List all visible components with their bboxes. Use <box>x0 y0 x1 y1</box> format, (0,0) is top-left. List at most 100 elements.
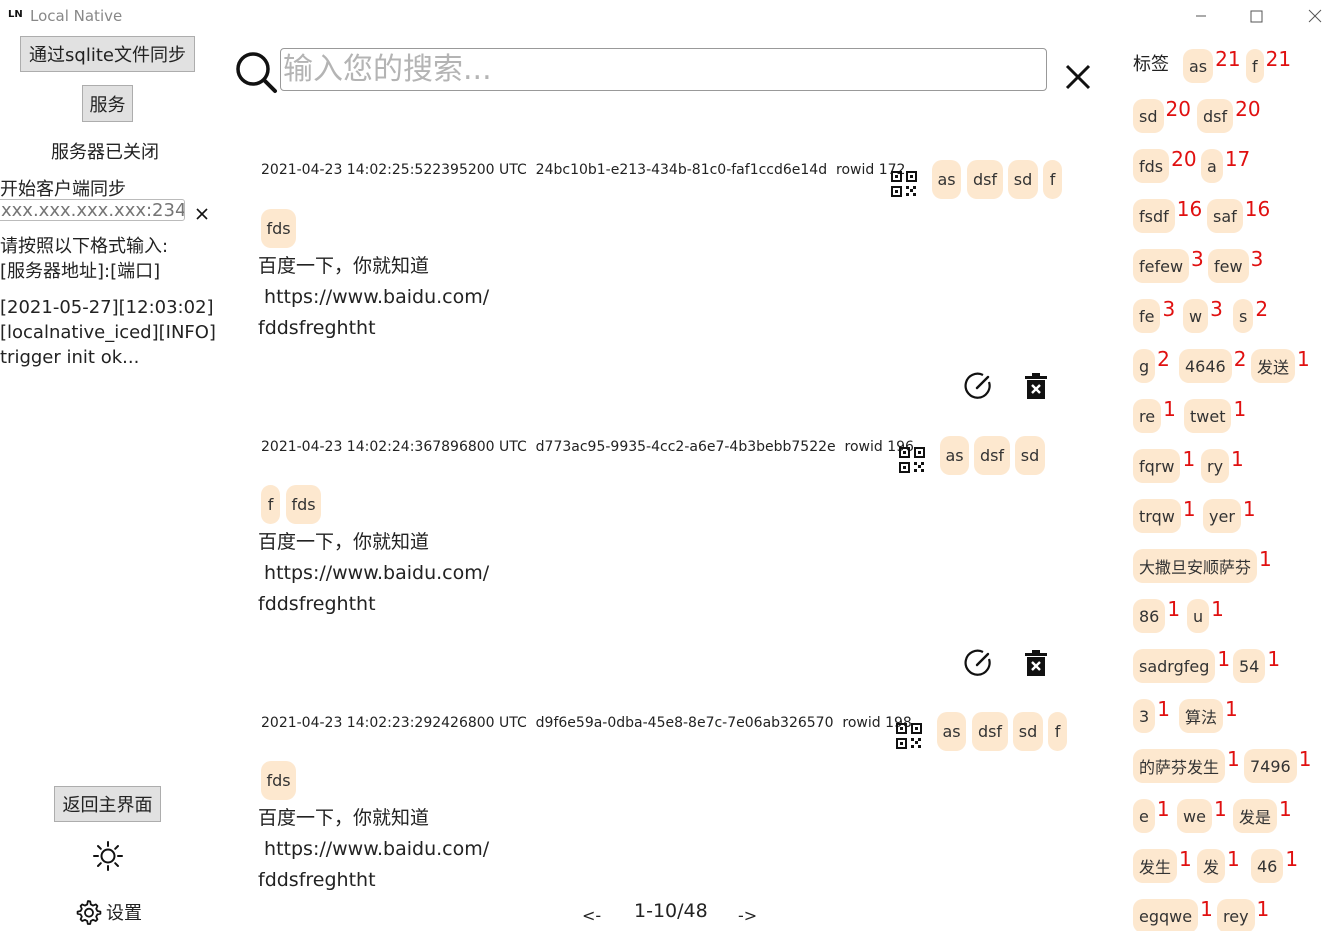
back-to-main-button[interactable]: 返回主界面 <box>54 786 161 822</box>
tag-count: 3 <box>1162 297 1176 321</box>
tag-count: 1 <box>1231 447 1244 471</box>
edit-icon[interactable] <box>964 371 994 401</box>
note-tag[interactable]: fds <box>261 209 296 248</box>
tag-count: 1 <box>1285 847 1299 871</box>
tag-item[interactable]: sd 20 <box>1133 97 1191 133</box>
tag-item[interactable]: 54 1 <box>1233 647 1280 683</box>
sidebar: 通过sqlite文件同步 服务 服务器已关闭 开始客户端同步 请按照以下格式输入… <box>0 32 220 931</box>
sun-icon[interactable] <box>92 840 124 872</box>
tag-item[interactable]: ry 1 <box>1201 447 1244 483</box>
qr-code-icon[interactable] <box>896 723 922 749</box>
tag-item[interactable]: fefew 3 <box>1133 247 1204 283</box>
next-page-button[interactable]: -> <box>738 906 757 925</box>
tag-count: 1 <box>1213 797 1227 821</box>
note-tag[interactable]: f <box>1043 160 1062 199</box>
tag-item[interactable]: fqrw 1 <box>1133 447 1195 483</box>
tag-count: 21 <box>1215 47 1241 71</box>
address-clear-icon[interactable] <box>194 206 210 222</box>
tag-item[interactable]: 大撒旦安顺萨芬 1 <box>1133 547 1272 583</box>
window-close-button[interactable] <box>1292 0 1338 32</box>
tag-item[interactable]: f 21 <box>1246 47 1291 83</box>
minimize-icon <box>1196 15 1206 17</box>
maximize-button[interactable] <box>1233 0 1279 32</box>
note-tag[interactable]: sd <box>1015 436 1045 475</box>
qr-code-icon[interactable] <box>891 171 917 197</box>
note-meta: 2021-04-23 14:02:25:522395200 UTC 24bc10… <box>261 162 906 178</box>
maximize-icon <box>1250 10 1262 22</box>
settings-button[interactable]: 设置 <box>74 898 142 926</box>
tag-name: 发是 <box>1233 799 1278 833</box>
tag-item[interactable]: 7496 1 <box>1244 747 1311 783</box>
tag-item[interactable]: 发1 <box>1197 847 1240 883</box>
server-address-input[interactable] <box>0 199 185 221</box>
tag-item[interactable]: 的萨芬发生 1 <box>1133 747 1240 783</box>
tag-item[interactable]: saf 16 <box>1207 197 1270 233</box>
tag-item[interactable]: 86 1 <box>1133 597 1180 633</box>
note-tag[interactable]: fds <box>261 761 296 800</box>
tag-count: 1 <box>1211 597 1224 621</box>
tag-item[interactable]: re 1 <box>1133 397 1176 433</box>
tag-item[interactable]: trqw 1 <box>1133 497 1196 533</box>
tag-name: fsdf <box>1133 199 1175 233</box>
delete-icon[interactable] <box>1021 371 1051 401</box>
note-tag[interactable]: f <box>1048 712 1067 751</box>
tag-item[interactable]: a 17 <box>1201 147 1250 183</box>
note-tag[interactable]: sd <box>1013 712 1043 751</box>
tag-item[interactable]: yer 1 <box>1203 497 1256 533</box>
tag-count: 2 <box>1233 347 1247 371</box>
tag-item[interactable]: fe 3 <box>1133 297 1175 333</box>
tag-item[interactable]: e1 <box>1133 797 1170 833</box>
search-clear-icon[interactable] <box>1064 63 1092 91</box>
note-tag[interactable]: dsf <box>972 712 1008 751</box>
tag-item[interactable]: 4646 2 <box>1179 347 1246 383</box>
prev-page-button[interactable]: <- <box>582 906 601 925</box>
note-item: 2021-04-23 14:02:24:367896800 UTC d773ac… <box>258 427 1118 687</box>
tag-name: few <box>1208 249 1249 283</box>
note-tag[interactable]: as <box>940 436 969 475</box>
tag-item[interactable]: sadrgfeg 1 <box>1133 647 1230 683</box>
tag-item[interactable]: w3 <box>1183 297 1223 333</box>
tag-name: we <box>1177 799 1212 833</box>
qr-code-icon[interactable] <box>899 447 925 473</box>
note-tag[interactable]: dsf <box>967 160 1003 199</box>
note-tag[interactable]: fds <box>286 485 321 524</box>
tag-item[interactable]: we 1 <box>1177 797 1227 833</box>
tag-item[interactable]: rey 1 <box>1217 897 1269 931</box>
tag-count: 21 <box>1265 47 1292 71</box>
tag-item[interactable]: dsf 20 <box>1197 97 1261 133</box>
delete-icon[interactable] <box>1021 648 1051 678</box>
tag-name: u <box>1187 599 1210 633</box>
note-tag[interactable]: dsf <box>974 436 1010 475</box>
tag-item[interactable]: fsdf 16 <box>1133 197 1202 233</box>
tag-item[interactable]: u1 <box>1187 597 1224 633</box>
tag-item[interactable]: fds 20 <box>1133 147 1197 183</box>
tag-name: 算法 <box>1179 699 1224 733</box>
tag-item[interactable]: 31 <box>1133 697 1170 733</box>
tag-item[interactable]: 算法 1 <box>1179 697 1238 733</box>
service-button[interactable]: 服务 <box>82 85 133 122</box>
close-icon <box>1308 9 1322 23</box>
tag-item[interactable]: 发送 1 <box>1251 347 1310 383</box>
tag-item[interactable]: 发生 1 <box>1133 847 1192 883</box>
tag-item[interactable]: twet 1 <box>1184 397 1246 433</box>
edit-icon[interactable] <box>964 648 994 678</box>
tag-item[interactable]: as 21 <box>1183 47 1241 83</box>
tag-item[interactable]: 发是 1 <box>1233 797 1292 833</box>
tag-item[interactable]: s2 <box>1233 297 1268 333</box>
note-tag[interactable]: sd <box>1008 160 1038 199</box>
sync-sqlite-button[interactable]: 通过sqlite文件同步 <box>20 36 195 72</box>
tag-name: 54 <box>1233 649 1266 683</box>
note-tag[interactable]: as <box>932 160 961 199</box>
tag-name: 3 <box>1133 699 1156 733</box>
tag-name: yer <box>1203 499 1241 533</box>
tag-item[interactable]: 46 1 <box>1251 847 1298 883</box>
search-input[interactable] <box>280 48 1047 91</box>
tag-count: 3 <box>1250 247 1264 271</box>
tag-item[interactable]: egqwe 1 <box>1133 897 1213 931</box>
tag-item[interactable]: g2 <box>1133 347 1170 383</box>
minimize-button[interactable] <box>1178 0 1224 32</box>
note-tag[interactable]: as <box>937 712 966 751</box>
tag-item[interactable]: few 3 <box>1208 247 1263 283</box>
note-tag[interactable]: f <box>261 485 280 524</box>
tag-name: fe <box>1133 299 1161 333</box>
